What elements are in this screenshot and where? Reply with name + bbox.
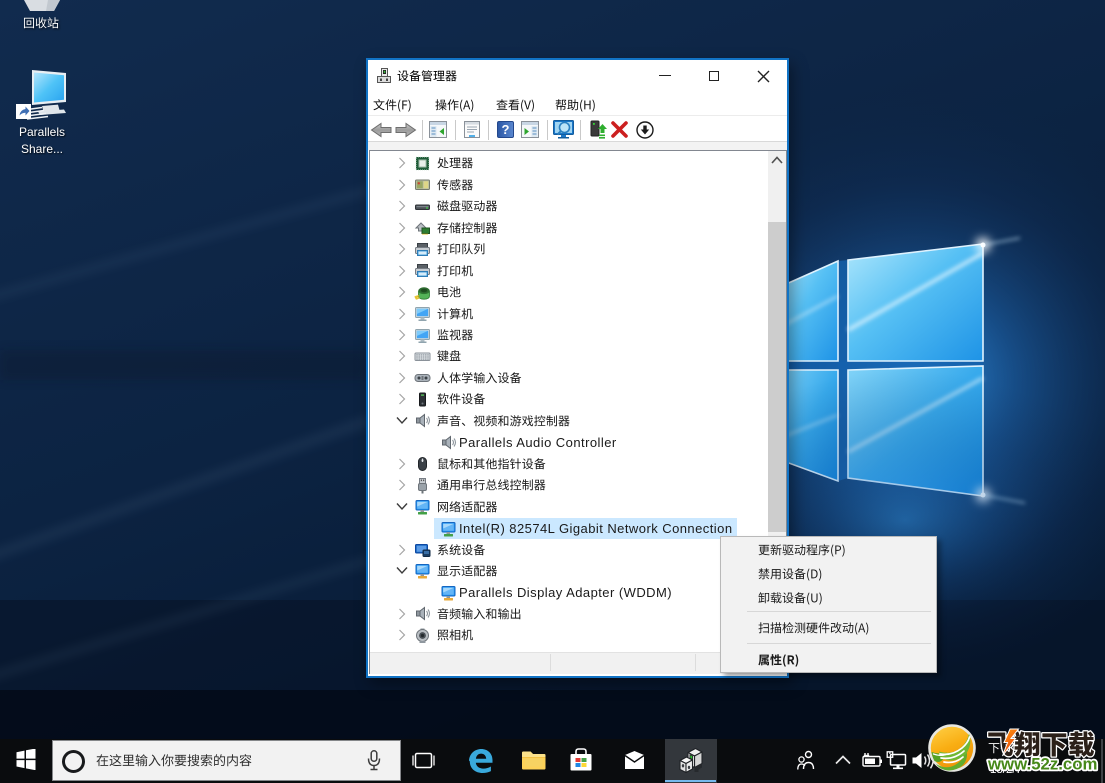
svg-text:www.52z.com: www.52z.com bbox=[987, 755, 1097, 774]
svg-text:?: ? bbox=[502, 122, 510, 137]
